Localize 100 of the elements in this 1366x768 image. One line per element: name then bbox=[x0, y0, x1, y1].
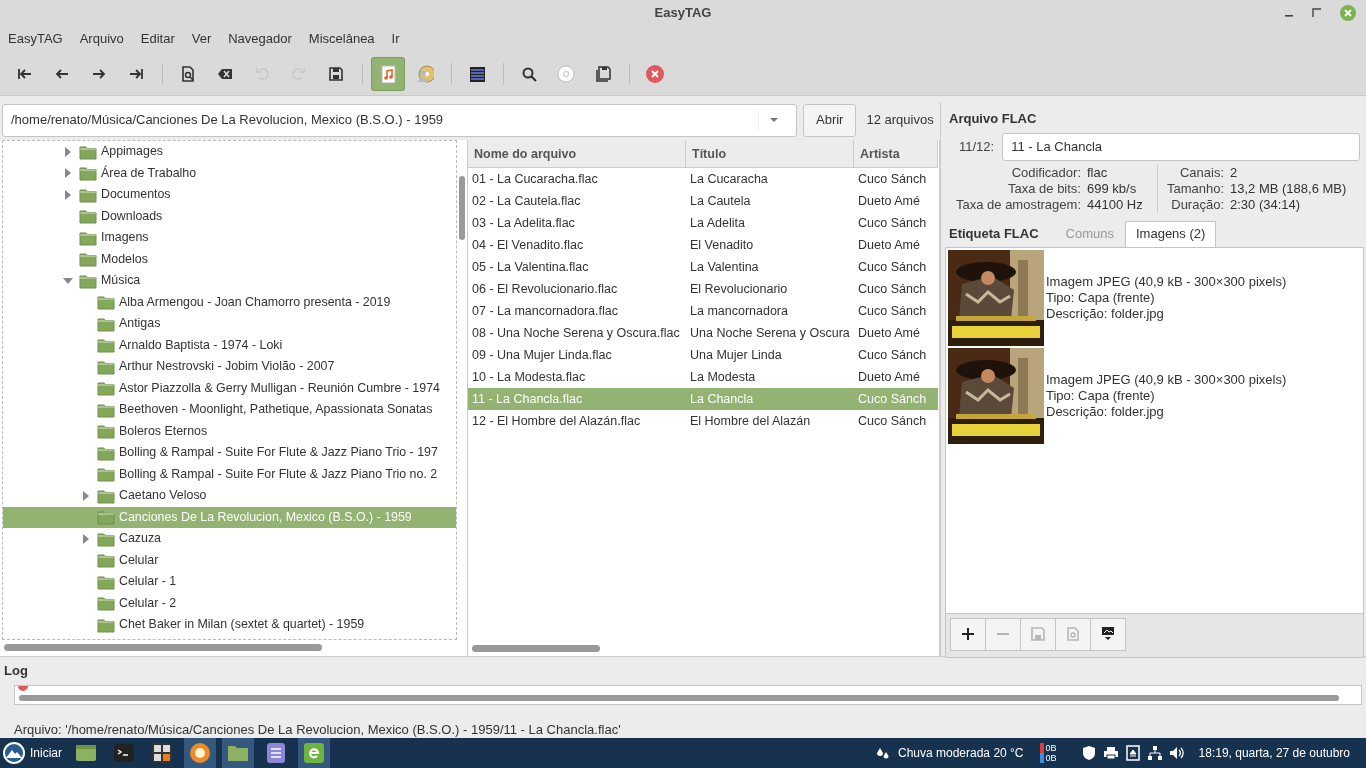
path-field[interactable]: /home/renato/Música/Canciones De La Revolucion, Mexico (B.S.O.) - 1959 bbox=[2, 103, 797, 137]
expander-icon[interactable] bbox=[63, 168, 73, 179]
table-cell[interactable]: Una Mujer Linda bbox=[686, 344, 854, 366]
table-cell[interactable]: El Venadito bbox=[686, 234, 854, 256]
menu-item[interactable]: Ir bbox=[391, 26, 400, 52]
start-button[interactable]: Iniciar bbox=[0, 741, 70, 765]
table-cell[interactable]: Una Noche Serena y Oscura bbox=[686, 322, 854, 344]
menu-item[interactable]: Navegador bbox=[228, 26, 292, 52]
expander-icon[interactable] bbox=[63, 146, 73, 157]
clock[interactable]: 18:19, quarta, 27 de outubro bbox=[1198, 744, 1350, 762]
table-cell[interactable]: Cuco Sánch bbox=[854, 256, 938, 278]
table-cell[interactable]: Cuco Sánch bbox=[854, 410, 938, 432]
expander-icon[interactable] bbox=[81, 533, 91, 544]
table-cell[interactable]: Dueto Amé bbox=[854, 190, 938, 212]
image-item[interactable]: Imagem JPEG (40,9 kB - 300×300 pixels) Tipo: Capa (frente) Descrição: folder.jpg bbox=[948, 347, 1361, 444]
folder-item[interactable]: Documentos bbox=[3, 184, 456, 206]
menu-item[interactable]: EasyTAG bbox=[8, 26, 63, 52]
table-cell[interactable]: La mancornadora bbox=[686, 300, 854, 322]
plus-icon bbox=[961, 627, 975, 641]
scrollbar-thumb[interactable] bbox=[19, 694, 1339, 701]
folder-icon bbox=[79, 251, 97, 268]
printer-icon[interactable] bbox=[1102, 745, 1119, 761]
table-cell[interactable]: 06 - El Revolucionario.flac bbox=[468, 278, 686, 300]
shield-icon[interactable] bbox=[1080, 745, 1097, 761]
table-cell[interactable]: Dueto Amé bbox=[854, 366, 938, 388]
table-cell[interactable]: El Hombre del Alazán bbox=[686, 410, 854, 432]
table-cell[interactable]: La Valentina bbox=[686, 256, 854, 278]
maximize-icon[interactable] bbox=[1312, 8, 1322, 18]
table-cell[interactable]: 08 - Una Noche Serena y Oscura.flac bbox=[468, 322, 686, 344]
table-cell[interactable]: Cuco Sánch bbox=[854, 168, 938, 190]
menu-item[interactable]: Arquivo bbox=[79, 26, 124, 52]
scrollbar-thumb[interactable] bbox=[4, 644, 322, 651]
table-cell[interactable]: 03 - La Adelita.flac bbox=[468, 212, 686, 234]
folder-item[interactable]: Arthur Nestrovski - Jobim Violão - 2007 bbox=[3, 356, 456, 378]
table-cell[interactable]: La Modesta bbox=[686, 366, 854, 388]
tab[interactable]: Imagens (2) bbox=[1125, 220, 1217, 247]
table-cell[interactable]: 05 - La Valentina.flac bbox=[468, 256, 686, 278]
table-cell[interactable]: 09 - Una Mujer Linda.flac bbox=[468, 344, 686, 366]
table-cell[interactable]: La Cautela bbox=[686, 190, 854, 212]
folder-item[interactable]: Beethoven - Moonlight, Pathetique, Apassionata Sonatas bbox=[3, 399, 456, 421]
menu-item[interactable]: Editar bbox=[140, 26, 175, 52]
folder-item[interactable]: Alba Armengou - Joan Chamorro presenta - 2019 bbox=[3, 291, 456, 313]
folder-item[interactable]: Celular - 1 bbox=[3, 571, 456, 593]
folder-item[interactable]: Caetano Veloso bbox=[3, 485, 456, 507]
folder-item[interactable]: Boleros Eternos bbox=[3, 420, 456, 442]
table-cell[interactable]: 12 - El Hombre del Alazán.flac bbox=[468, 410, 686, 432]
column-header[interactable]: Título bbox=[686, 140, 854, 168]
folder-item[interactable]: Modelos bbox=[3, 248, 456, 270]
network-icon[interactable] bbox=[1146, 745, 1163, 761]
table-cell[interactable]: Dueto Amé bbox=[854, 322, 938, 344]
folder-icon bbox=[97, 358, 115, 375]
table-cell[interactable]: El Revolucionario bbox=[686, 278, 854, 300]
table-cell[interactable]: 04 - El Venadito.flac bbox=[468, 234, 686, 256]
open-button[interactable]: Abrir bbox=[803, 103, 857, 137]
table-cell[interactable]: Cuco Sánch bbox=[854, 300, 938, 322]
scrollbar-thumb[interactable] bbox=[459, 176, 465, 240]
add-image-button[interactable] bbox=[950, 617, 986, 651]
table-cell[interactable]: 02 - La Cautela.flac bbox=[468, 190, 686, 212]
table-cell[interactable]: 10 - La Modesta.flac bbox=[468, 366, 686, 388]
folder-item[interactable]: Downloads bbox=[3, 205, 456, 227]
folder-item[interactable]: Chet Baker in Milan (sextet & quartet) - 1959 bbox=[3, 614, 456, 636]
menu-item[interactable]: Ver bbox=[191, 26, 212, 52]
folder-item[interactable]: Astor Piazzolla & Gerry Mulligan - Reunión Cumbre - 1974 bbox=[3, 377, 456, 399]
status-text: Arquivo: '/home/renato/Música/Canciones De La Revolucion, Mexico (B.S.O.) - 1959/11 - La Chancla.flac' bbox=[14, 720, 622, 739]
taskbar-button[interactable] bbox=[184, 738, 216, 768]
folder-item[interactable]: Imagens bbox=[3, 227, 456, 249]
scrollbar-thumb[interactable] bbox=[472, 645, 600, 652]
table-cell[interactable]: Cuco Sánch bbox=[854, 344, 938, 366]
folder-item[interactable]: Celular - 2 bbox=[3, 592, 456, 614]
column-header[interactable]: Nome do arquivo bbox=[468, 140, 686, 168]
expander-icon[interactable] bbox=[63, 189, 73, 200]
folder-item[interactable]: Arnaldo Baptista - 1974 - Loki bbox=[3, 334, 456, 356]
table-cell[interactable]: La Adelita bbox=[686, 212, 854, 234]
folder-item[interactable]: Antigas bbox=[3, 313, 456, 335]
folder-item[interactable]: Celular bbox=[3, 549, 456, 571]
folder-item[interactable]: Bolling & Rampal - Suite For Flute & Jazz Piano Trio - 197 bbox=[3, 442, 456, 464]
table-cell[interactable]: Dueto Amé bbox=[854, 234, 938, 256]
column-header[interactable]: Artista bbox=[854, 140, 938, 168]
table-cell[interactable]: Cuco Sánch bbox=[854, 278, 938, 300]
folder-item[interactable]: Área de Trabalho bbox=[3, 162, 456, 184]
close-icon[interactable] bbox=[1340, 5, 1356, 21]
error-icon bbox=[18, 685, 28, 692]
volume-icon[interactable] bbox=[1168, 745, 1185, 761]
eject-icon[interactable] bbox=[1124, 745, 1141, 761]
expander-icon[interactable] bbox=[63, 275, 73, 286]
table-cell[interactable]: 01 - La Cucaracha.flac bbox=[468, 168, 686, 190]
expander-icon[interactable] bbox=[81, 490, 91, 501]
menu-item[interactable]: Miscelânea bbox=[308, 26, 375, 52]
table-cell[interactable]: Cuco Sánch bbox=[854, 212, 938, 234]
folder-item[interactable]: Cazuza bbox=[3, 528, 456, 550]
folder-item[interactable]: Música bbox=[3, 270, 456, 292]
folder-item[interactable]: Appimages bbox=[3, 141, 456, 163]
taskbar-button[interactable] bbox=[298, 738, 330, 768]
table-cell[interactable]: 07 - La mancornadora.flac bbox=[468, 300, 686, 322]
image-menu-button[interactable] bbox=[1090, 617, 1126, 651]
table-cell[interactable]: La Cucaracha bbox=[686, 168, 854, 190]
folder-item[interactable]: Bolling & Rampal - Suite For Flute & Jazz Piano Trio no. 2 bbox=[3, 463, 456, 485]
filename-field[interactable]: 11 - La Chancla bbox=[1002, 132, 1360, 161]
file-view-button[interactable] bbox=[371, 56, 405, 91]
image-item[interactable]: Imagem JPEG (40,9 kB - 300×300 pixels) Tipo: Capa (frente) Descrição: folder.jpg bbox=[948, 249, 1361, 346]
